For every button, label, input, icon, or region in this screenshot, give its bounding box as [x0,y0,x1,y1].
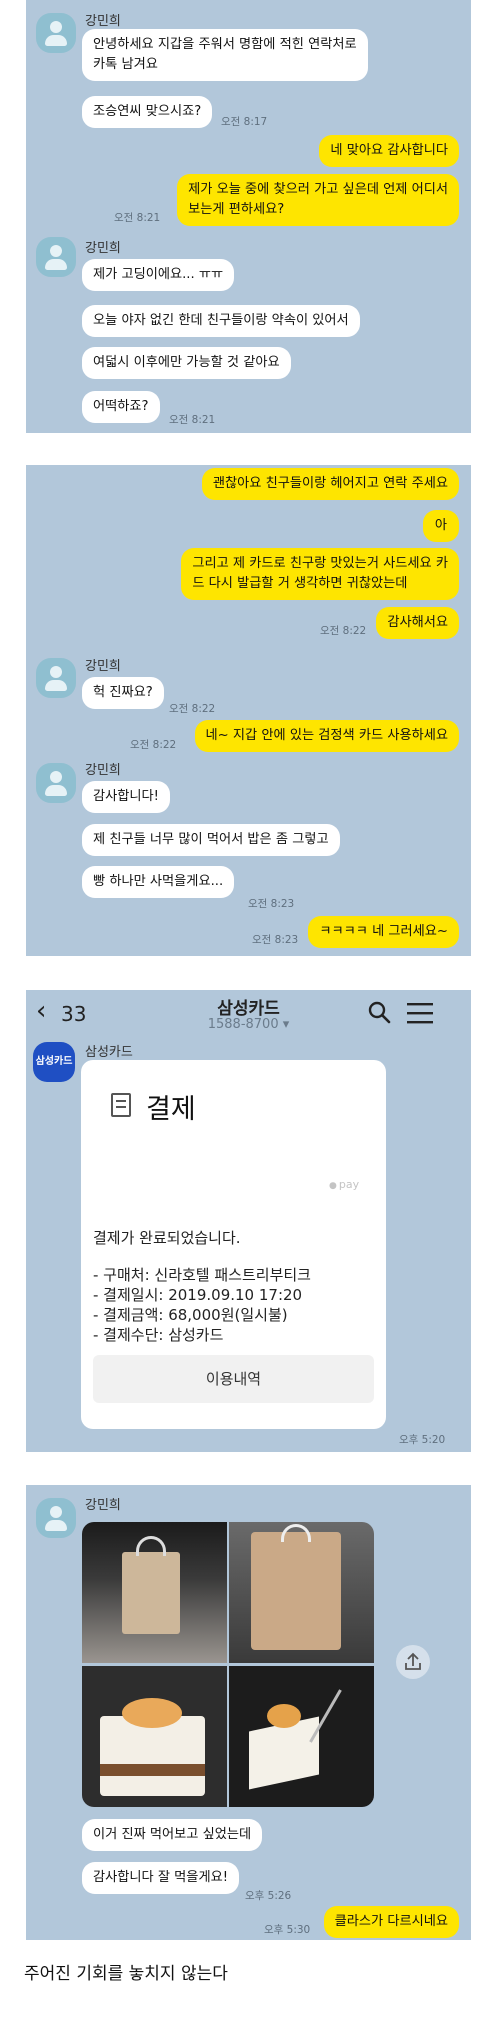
message-time: 오전 8:21 [169,414,216,426]
chat-room-title: 삼성카드 [217,999,280,1019]
sender-name: 삼성카드 [85,1045,133,1060]
incoming-message[interactable]: 이거 진짜 먹어보고 싶었는데 [82,1819,263,1851]
chat-screenshot-1: 강민희 안녕하세요 지갑을 주워서 명함에 적힌 연락처로 카톡 남겨요 조승연… [26,0,471,433]
chat-screenshot-2: 괜찮아요 친구들이랑 헤어지고 연락 주세요 아 그리고 제 카드로 친구랑 맛… [26,465,471,956]
payment-detail: - 결제금액: 68,000원(일시불) [93,1306,288,1324]
share-icon[interactable] [396,1645,430,1679]
incoming-message[interactable]: 어떡하죠? [82,391,160,423]
outgoing-message[interactable]: 감사해서요 [376,607,459,639]
outgoing-message[interactable]: 괜찮아요 친구들이랑 헤어지고 연락 주세요 [201,468,459,500]
payment-detail: - 구매처: 신라호텔 패스트리부티크 [93,1266,311,1284]
photo-cake-box-2[interactable] [229,1522,374,1663]
incoming-message[interactable]: 오늘 야자 없긴 한데 친구들이랑 약속이 있어서 [82,305,360,337]
message-line: 안녕하세요 지갑을 주워서 명함에 적힌 연락처로 [93,37,357,52]
profile-avatar[interactable] [36,237,76,277]
outgoing-message[interactable]: 아 [422,510,459,542]
card-payment-screenshot: ‹ 33 삼성카드 1588-8700 ▾ 삼성카드 삼성카드 결제 pay 결… [26,990,471,1452]
message-time: 오후 5:26 [245,1890,292,1902]
incoming-message[interactable]: 여덟시 이후에만 가능할 것 같아요 [82,347,291,379]
incoming-message[interactable]: 감사합니다! [82,781,170,813]
photo-grid[interactable] [82,1522,374,1807]
message-line: 그리고 제 카드로 친구랑 맛있는거 사드세요 카 [192,556,448,571]
profile-avatar[interactable] [36,13,76,53]
outgoing-message[interactable]: 네 맞아요 감사합니다 [319,135,459,167]
photo-cake-slice-1[interactable] [82,1666,227,1807]
search-icon[interactable] [367,1000,391,1024]
sender-name: 강민희 [85,659,121,674]
usage-history-button[interactable]: 이용내역 [93,1355,374,1403]
chat-room-phone[interactable]: 1588-8700 ▾ [26,1017,471,1032]
sender-name: 강민희 [85,1498,121,1513]
outgoing-message[interactable]: 그리고 제 카드로 친구랑 맛있는거 사드세요 카 드 다시 발급할 거 생각하… [181,548,459,600]
outgoing-message[interactable]: 네~ 지갑 안에 있는 검정색 카드 사용하세요 [194,720,459,752]
payment-complete-text: 결제가 완료되었습니다. [93,1229,241,1247]
message-time: 오후 5:30 [264,1924,311,1936]
receipt-icon [111,1093,131,1117]
payment-detail: - 결제수단: 삼성카드 [93,1326,224,1344]
message-time: 오후 5:20 [399,1434,446,1446]
chat-screenshot-4: 강민희 이거 진짜 먹어보고 싶었는데 감사합니다 잘 먹을게요! 오후 5:2… [26,1485,471,1940]
message-time: 오전 8:23 [252,934,299,946]
payment-notification-card: 결제 pay 결제가 완료되었습니다. - 구매처: 신라호텔 패스트리부티크 … [81,1060,386,1429]
message-time: 오전 8:23 [248,898,295,910]
message-time: 오전 8:17 [221,116,268,128]
outgoing-message[interactable]: ㅋㅋㅋㅋ 네 그러세요~ [308,916,459,948]
post-caption: 주어진 기회를 놓치지 않는다 [24,1964,228,1984]
chat-header: ‹ 33 삼성카드 1588-8700 ▾ [26,990,471,1040]
incoming-message[interactable]: 감사합니다 잘 먹을게요! [82,1862,239,1894]
message-line: 드 다시 발급할 거 생각하면 귀찮았는데 [192,576,408,591]
samsung-card-avatar[interactable]: 삼성카드 [33,1042,75,1082]
card-title: 결제 [146,1094,196,1125]
incoming-message[interactable]: 제 친구들 너무 많이 먹어서 밥은 좀 그렇고 [82,824,340,856]
message-time: 오전 8:22 [169,703,216,715]
menu-icon[interactable] [407,1002,433,1024]
incoming-message[interactable]: 빵 하나만 사먹을게요... [82,866,235,898]
message-time: 오전 8:22 [320,625,367,637]
incoming-message[interactable]: 제가 고딩이에요... ㅠㅠ [82,259,235,291]
outgoing-message[interactable]: 제가 오늘 중에 찾으러 가고 싶은데 언제 어디서 보는게 편하세요? [177,174,459,226]
message-line: 보는게 편하세요? [188,202,285,217]
message-time: 오전 8:21 [114,212,161,224]
outgoing-message[interactable]: 클라스가 다르시네요 [323,1906,459,1938]
sender-name: 강민희 [85,763,121,778]
payment-detail: - 결제일시: 2019.09.10 17:20 [93,1286,303,1304]
message-time: 오전 8:22 [130,739,177,751]
sender-name: 강민희 [85,14,121,29]
pay-logo: pay [329,1178,359,1191]
profile-avatar[interactable] [36,1498,76,1538]
sender-name: 강민희 [85,241,121,256]
incoming-message[interactable]: 헉 진짜요? [82,677,164,709]
photo-cake-box-1[interactable] [82,1522,227,1663]
profile-avatar[interactable] [36,658,76,698]
photo-cake-slice-2[interactable] [229,1666,374,1807]
profile-avatar[interactable] [36,763,76,803]
incoming-message[interactable]: 조승연씨 맞으시죠? [82,96,213,128]
message-line: 카톡 남겨요 [93,57,158,72]
incoming-message[interactable]: 안녕하세요 지갑을 주워서 명함에 적힌 연락처로 카톡 남겨요 [82,29,368,81]
message-line: 제가 오늘 중에 찾으러 가고 싶은데 언제 어디서 [188,182,448,197]
